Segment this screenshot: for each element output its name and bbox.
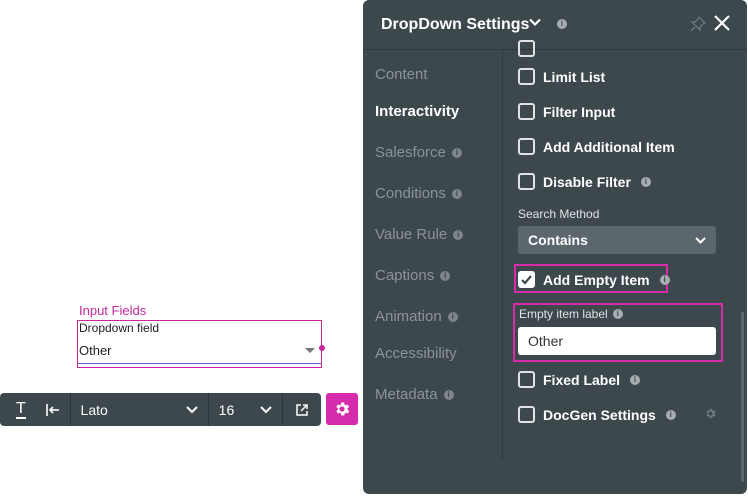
checkbox[interactable] (518, 173, 535, 190)
info-icon: i (665, 409, 676, 420)
info-icon[interactable]: i (557, 19, 567, 29)
search-method-select[interactable]: Contains (518, 226, 716, 254)
info-icon: i (453, 229, 464, 240)
external-link-icon (296, 403, 308, 416)
settings-nav: Content Interactivity Salesforce i Condit… (363, 50, 503, 460)
empty-item-label: Empty item label i (519, 307, 623, 321)
group-label: Input Fields (79, 303, 147, 318)
panel-header: DropDown Settings i (363, 0, 747, 50)
option-label: Add Empty Item (543, 271, 650, 288)
close-icon[interactable] (713, 14, 731, 32)
nav-item-metadata[interactable]: Metadata i (375, 386, 454, 403)
font-family-value: Lato (80, 401, 108, 418)
dropdown-settings-panel: DropDown Settings i Content Interactivit… (363, 0, 747, 494)
nav-label: Interactivity (375, 103, 460, 120)
info-icon: i (451, 188, 462, 199)
checkbox[interactable] (518, 68, 535, 85)
nav-label: Animation (375, 308, 442, 325)
info-icon: i (659, 274, 670, 285)
empty-item-label-text: Empty item label (519, 307, 608, 321)
format-toolbar: T Lato 16 (0, 393, 321, 426)
option-label: DocGen Settings (543, 406, 656, 423)
chevron-down-icon (695, 236, 706, 244)
option-label: Disable Filter (543, 173, 631, 190)
nav-item-accessibility[interactable]: Accessibility (375, 345, 457, 362)
pin-icon[interactable] (690, 16, 706, 32)
gear-icon (336, 402, 350, 416)
partial-option-row (518, 40, 535, 57)
nav-item-conditions[interactable]: Conditions i (375, 185, 462, 202)
option-docgen-settings[interactable]: DocGen Settings i (518, 406, 676, 423)
nav-item-value-rule[interactable]: Value Rule i (375, 226, 464, 243)
nav-item-salesforce[interactable]: Salesforce i (375, 144, 462, 161)
search-method-value: Contains (528, 232, 588, 248)
checkbox[interactable] (518, 406, 535, 423)
checkbox[interactable] (518, 371, 535, 388)
info-icon: i (443, 389, 454, 400)
dropdown-field-title: Dropdown field (79, 321, 160, 335)
gear-icon[interactable] (704, 407, 717, 420)
field-underline (78, 363, 321, 364)
info-icon: i (451, 147, 462, 158)
open-external-button[interactable] (283, 393, 321, 426)
chevron-down-icon (260, 405, 272, 413)
text-format-button[interactable]: T (0, 393, 36, 426)
option-add-additional-item[interactable]: Add Additional Item (518, 138, 675, 155)
resize-handle[interactable] (319, 345, 325, 351)
option-label: Fixed Label (543, 371, 621, 388)
nav-label: Captions (375, 267, 435, 284)
nav-label: Metadata (375, 386, 438, 403)
chevron-down-icon (185, 405, 198, 413)
checkmark-icon (521, 275, 532, 285)
option-label: Filter Input (543, 103, 616, 120)
chevron-down-icon[interactable] (529, 18, 541, 27)
info-icon: i (640, 176, 651, 187)
nav-item-content[interactable]: Content (375, 66, 428, 83)
dropdown-field-preview[interactable]: Dropdown field Other (77, 320, 325, 368)
option-label: Limit List (543, 68, 606, 85)
dropdown-field-value: Other (79, 343, 112, 358)
nav-label: Accessibility (375, 345, 457, 362)
search-method-label: Search Method (518, 207, 600, 221)
nav-label: Salesforce (375, 144, 446, 161)
checkbox[interactable] (518, 40, 535, 57)
nav-label: Content (375, 66, 428, 83)
info-icon: i (447, 311, 458, 322)
nav-label: Value Rule (375, 226, 448, 243)
option-fixed-label[interactable]: Fixed Label i (518, 371, 641, 388)
nav-label: Conditions (375, 185, 446, 202)
info-icon: i (440, 270, 451, 281)
font-size-value: 16 (218, 401, 235, 418)
option-limit-list[interactable]: Limit List (518, 68, 605, 85)
font-family-select[interactable]: Lato (71, 393, 208, 426)
panel-title[interactable]: DropDown Settings (381, 16, 529, 34)
info-icon: i (612, 309, 623, 319)
indent-icon (45, 403, 59, 416)
option-disable-filter[interactable]: Disable Filter i (518, 173, 651, 190)
nav-item-interactivity[interactable]: Interactivity (375, 103, 459, 120)
nav-item-captions[interactable]: Captions i (375, 267, 451, 284)
indent-button[interactable] (36, 393, 70, 426)
settings-content: Limit List Filter Input Add Additional I… (504, 40, 747, 460)
info-icon: i (630, 374, 641, 385)
option-label: Add Additional Item (543, 138, 675, 155)
checkbox-checked[interactable] (518, 271, 535, 288)
checkbox[interactable] (518, 138, 535, 155)
nav-item-animation[interactable]: Animation i (375, 308, 458, 325)
scrollbar[interactable] (741, 312, 744, 482)
font-size-select[interactable]: 16 (209, 393, 283, 426)
checkbox[interactable] (518, 103, 535, 120)
settings-gear-button[interactable] (326, 393, 358, 425)
text-format-icon: T (16, 399, 26, 419)
caret-down-icon (305, 348, 315, 353)
option-add-empty-item[interactable]: Add Empty Item i (518, 271, 670, 288)
option-filter-input[interactable]: Filter Input (518, 103, 615, 120)
empty-item-input[interactable] (518, 327, 716, 355)
